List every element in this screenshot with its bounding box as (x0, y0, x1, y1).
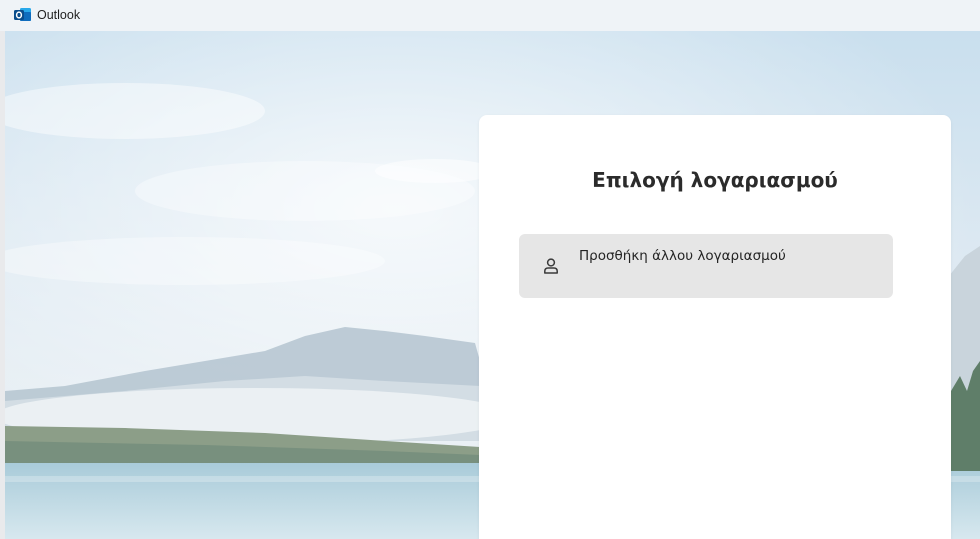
dialog-title: Επιλογή λογαριασμού (592, 168, 838, 192)
account-picker-card: Επιλογή λογαριασμού Προσθήκη άλλου λογαρ… (479, 115, 951, 539)
person-icon (541, 256, 561, 276)
add-account-button[interactable]: Προσθήκη άλλου λογαριασμού (519, 234, 893, 298)
outlook-icon (14, 7, 32, 23)
add-account-label: Προσθήκη άλλου λογαριασμού (579, 248, 786, 264)
window-title: Outlook (37, 8, 81, 22)
title-bar: Outlook (0, 0, 980, 31)
